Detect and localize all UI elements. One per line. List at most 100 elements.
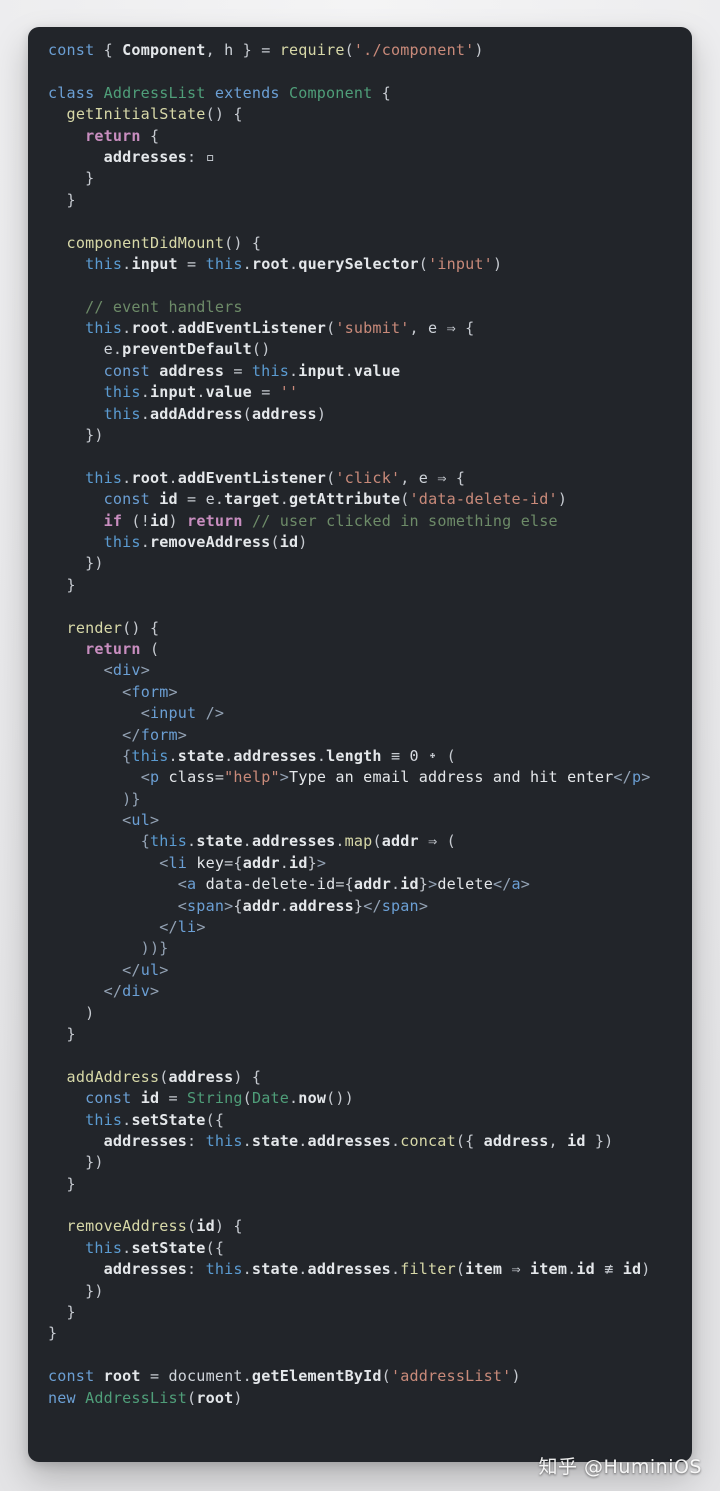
code-token: . [316,746,327,765]
code-token: . [242,832,252,851]
code-token: > [149,811,160,830]
code-line: }) [48,1281,692,1302]
code-token: { [455,468,466,487]
code-token: ) [168,511,188,530]
code-token: . [289,1089,299,1108]
code-token: ( [326,468,336,487]
code-token: li [177,918,197,937]
code-token: id [576,1260,595,1279]
code-token: } [48,575,76,594]
code-line: </form> [48,725,692,746]
code-token: this [251,361,289,380]
code-token: . [214,490,225,509]
code-line: }) [48,425,692,446]
code-token: form [131,682,169,701]
code-token: ( [242,1089,252,1108]
code-token: span [381,896,419,915]
code-token: ( [270,532,280,551]
code-token: addresses [307,1260,391,1279]
code-token: > [159,960,169,979]
code-token: ( [242,404,252,423]
code-token: state [251,1260,299,1279]
code-token: span [187,896,225,915]
code-line: <p class="help">Type an email address an… [48,767,692,788]
code-token: ))} [48,939,169,958]
code-token: . [567,1260,577,1279]
code-token: </ [613,768,632,787]
code-token: render [66,618,123,637]
code-line: } [48,1302,692,1323]
code-token: addEventListener [177,319,327,338]
code-token: . [242,1367,252,1386]
code-card: const { Component, h } = require('./comp… [28,27,692,1462]
watermark: 知乎 @HuminiOS [538,1456,702,1478]
code-line: <form> [48,682,692,703]
code-line: ​ [48,446,692,467]
code-token: setState [131,1110,206,1129]
code-token: preventDefault [122,340,252,359]
code-token: : [187,147,206,166]
code-token: () { [122,618,160,637]
code-listing[interactable]: const { Component, h } = require('./comp… [48,40,692,1409]
code-token: . [224,746,234,765]
code-token: () { [224,233,262,252]
code-token: } [418,875,429,894]
code-token: ) [233,1388,243,1407]
code-line: // event handlers [48,297,692,318]
code-token: root [103,1367,141,1386]
code-token: Date [251,1089,290,1108]
code-line: }) [48,1152,692,1173]
code-token: ≢ [594,1260,623,1279]
code-token: </ [492,875,512,894]
code-token: const [103,490,160,509]
code-token: ul [131,811,150,830]
code-token: { [233,896,243,915]
code-line: {this.state.addresses.length ≡ 0 ᛭ ( [48,746,692,767]
code-token: ( [344,41,354,59]
code-token: )} [48,789,141,808]
code-token: class [168,768,215,787]
code-token: 'click' [335,468,401,487]
code-token: this [85,254,123,273]
code-token: }) [48,554,104,573]
code-line: return { [48,126,692,147]
code-token: this [85,1110,123,1129]
code-token: > [418,896,429,915]
code-token: const [48,1367,104,1386]
code-line: const { Component, h } = require('./comp… [48,40,692,61]
code-token: li [168,853,188,872]
code-token: this [103,383,141,402]
code-token: = [224,361,252,380]
code-token: > [196,918,206,937]
code-token: > [177,725,188,744]
code-token: Component [288,83,373,102]
code-token: document [168,1367,243,1386]
code-token: ) [511,1367,521,1386]
code-token: . [168,468,178,487]
code-token: > [140,661,150,680]
code-token: e [418,468,429,487]
code-token: item [530,1260,568,1279]
code-line: ​ [48,61,692,82]
code-token: addEventListener [177,468,327,487]
code-token: ( [159,1067,169,1086]
code-token: this [103,404,141,423]
code-token: key [196,853,225,872]
code-token: addresses [307,1131,391,1150]
code-token: ! [140,511,150,530]
code-line: this.removeAddress(id) [48,532,692,553]
